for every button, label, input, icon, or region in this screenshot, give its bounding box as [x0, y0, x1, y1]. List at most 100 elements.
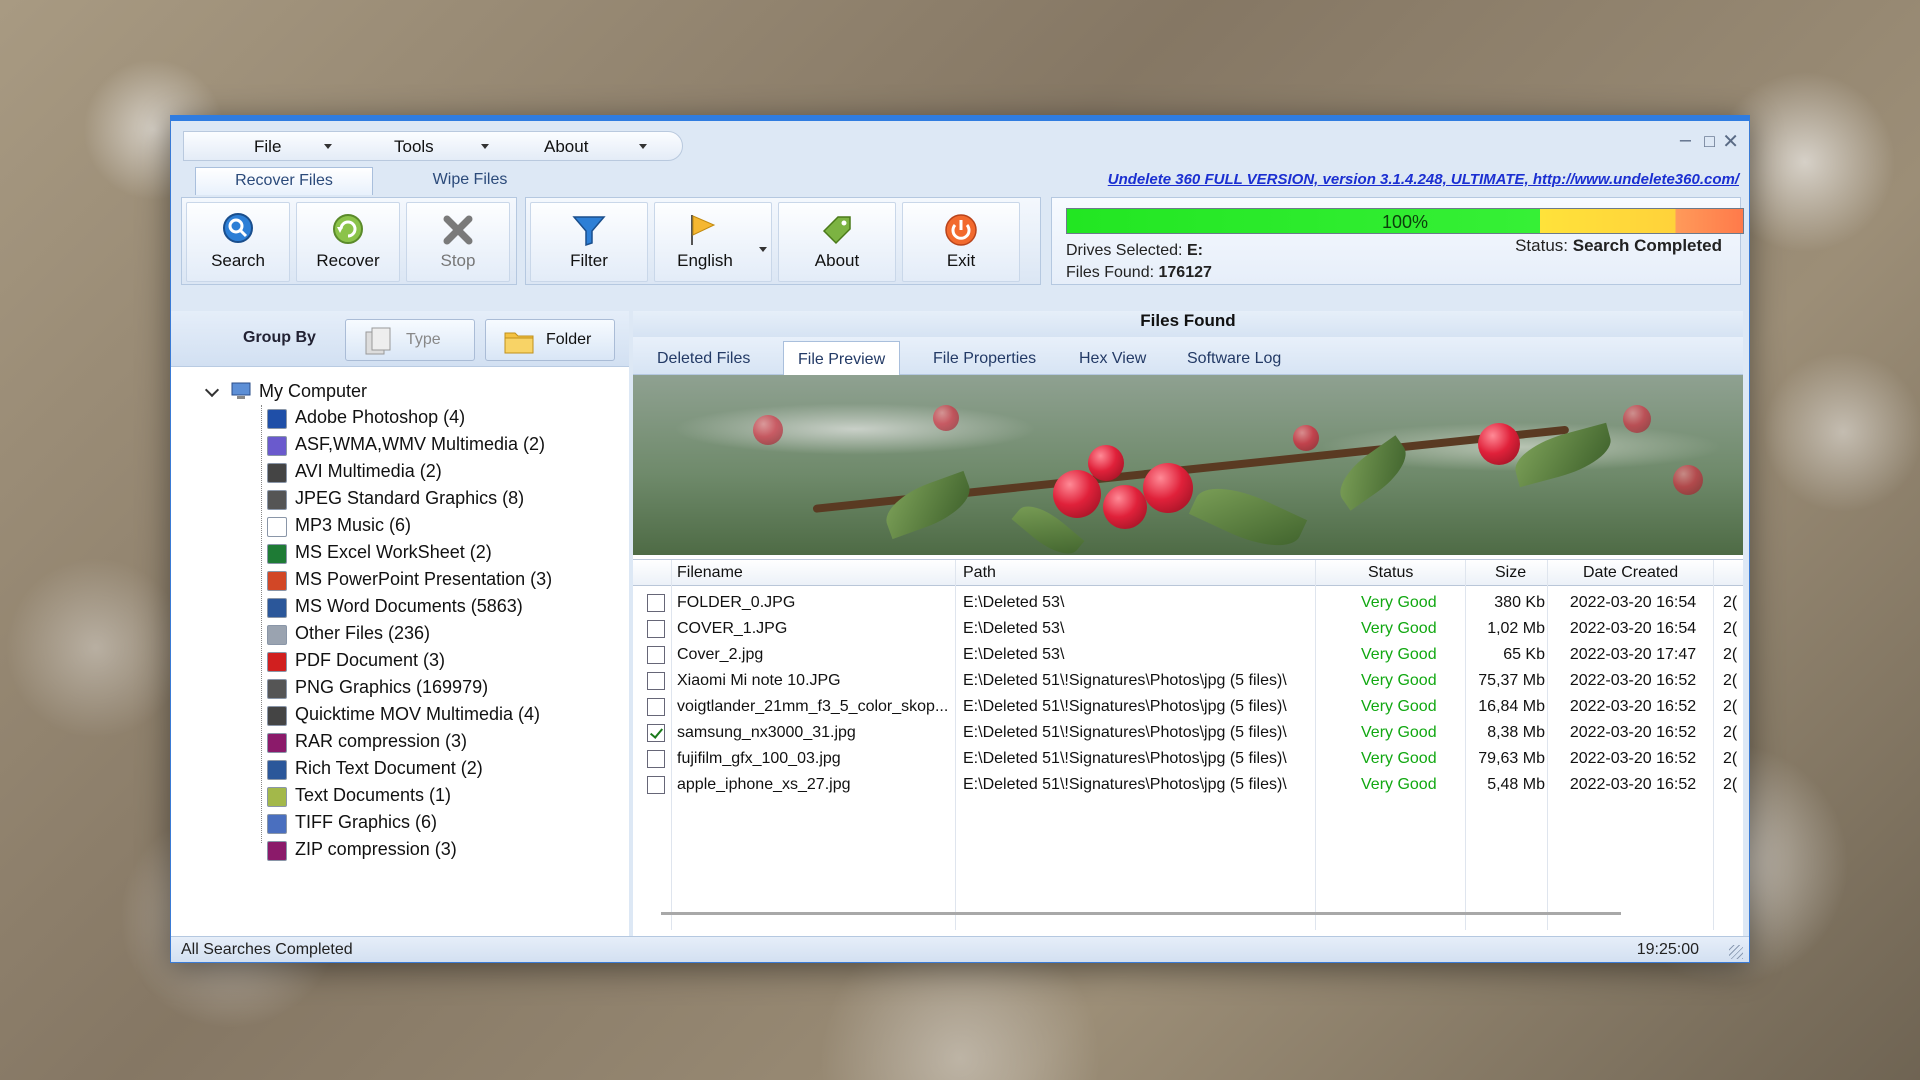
exit-button[interactable]: Exit — [902, 202, 1020, 282]
chevron-down-icon[interactable] — [324, 144, 332, 149]
result-tabs: Deleted Files File Preview File Properti… — [633, 337, 1743, 375]
cell-path: E:\Deleted 51\!Signatures\Photos\jpg (5 … — [963, 776, 1287, 793]
status-bar-time: 19:25:00 — [1636, 941, 1699, 958]
preview-leaf — [878, 470, 978, 540]
left-pane: Group By Type Folder My Computer Adobe P… — [171, 311, 629, 936]
cell-status: Very Good — [1361, 698, 1437, 715]
row-checkbox[interactable] — [647, 672, 665, 690]
file-icon — [267, 625, 287, 645]
group-by-type-button[interactable]: Type — [345, 319, 475, 361]
image-icon — [267, 679, 287, 699]
cell-path: E:\Deleted 51\!Signatures\Photos\jpg (5 … — [963, 698, 1287, 715]
preview-berry — [1143, 463, 1193, 513]
recover-label: Recover — [316, 251, 380, 270]
cell-size: 8,38 Mb — [1487, 724, 1545, 741]
progress-bar: 100% — [1066, 208, 1744, 234]
cell-filename: Xiaomi Mi note 10.JPG — [677, 672, 841, 689]
version-link[interactable]: Undelete 360 FULL VERSION, version 3.1.4… — [1108, 171, 1739, 188]
tab-deleted-files[interactable]: Deleted Files — [643, 345, 764, 375]
table-row[interactable]: COVER_1.JPG E:\Deleted 53\ Very Good 1,02 M… — [633, 616, 1743, 642]
col-filename[interactable]: Filename — [677, 564, 743, 582]
tree-item-label: TIFF Graphics (6) — [295, 812, 438, 832]
cell-path: E:\Deleted 53\ — [963, 646, 1065, 663]
row-checkbox[interactable] — [647, 776, 665, 794]
col-status[interactable]: Status — [1368, 564, 1413, 582]
drives-selected: Drives Selected: E: — [1066, 242, 1203, 260]
cell-size: 65 Kb — [1503, 646, 1545, 663]
col-path[interactable]: Path — [963, 564, 996, 582]
status-label: Status: — [1515, 236, 1568, 255]
recover-button[interactable]: Recover — [296, 202, 400, 282]
status-bar: All Searches Completed 19:25:00 — [171, 936, 1749, 962]
table-row[interactable]: voigtlander_21mm_f3_5_color_skop... E:\De… — [633, 694, 1743, 720]
col-date-created[interactable]: Date Created — [1583, 564, 1678, 582]
col-size[interactable]: Size — [1495, 564, 1526, 582]
tab-recover-files[interactable]: Recover Files — [195, 167, 373, 195]
cell-date: 2022-03-20 16:52 — [1569, 672, 1697, 689]
table-row[interactable]: fujifilm_gfx_100_03.jpg E:\Deleted 51\!Si… — [633, 746, 1743, 772]
about-label: About — [814, 251, 860, 270]
cell-extra: 2( — [1723, 724, 1738, 741]
tab-file-properties[interactable]: File Properties — [919, 345, 1050, 375]
tab-file-preview[interactable]: File Preview — [783, 341, 901, 375]
row-checkbox[interactable] — [647, 594, 665, 612]
menu-tools[interactable]: Tools — [394, 137, 434, 157]
table-row[interactable]: Cover_2.jpg E:\Deleted 53\ Very Good 65 Kb 2… — [633, 642, 1743, 668]
table-row[interactable]: samsung_nx3000_31.jpg E:\Deleted 51\!Sign… — [633, 720, 1743, 746]
menu-about[interactable]: About — [544, 137, 588, 157]
files-found: Files Found: 176127 — [1066, 264, 1212, 282]
about-button[interactable]: About — [778, 202, 896, 282]
row-checkbox[interactable] — [647, 724, 665, 742]
tree-item-label: Rich Text Document (2) — [295, 758, 483, 778]
cell-date: 2022-03-20 16:52 — [1569, 776, 1697, 793]
maximize-icon[interactable]: □ — [1704, 131, 1715, 152]
chevron-down-icon[interactable] — [481, 144, 489, 149]
tree-item-label: MS Word Documents (5863) — [295, 596, 523, 616]
row-checkbox[interactable] — [647, 620, 665, 638]
cell-extra: 2( — [1723, 672, 1738, 689]
resize-grip-icon[interactable] — [1729, 945, 1743, 959]
stop-button[interactable]: Stop — [406, 202, 510, 282]
table-row[interactable]: Xiaomi Mi note 10.JPG E:\Deleted 51\!Sign… — [633, 668, 1743, 694]
preview-berry — [1673, 465, 1703, 495]
row-checkbox[interactable] — [647, 646, 665, 664]
cell-size: 75,37 Mb — [1478, 672, 1545, 689]
cell-filename: COVER_1.JPG — [677, 620, 788, 637]
tab-software-log[interactable]: Software Log — [1173, 345, 1295, 375]
right-pane: Files Found Deleted Files File Preview F… — [633, 311, 1743, 936]
tree-item-label: Text Documents (1) — [295, 785, 452, 805]
row-checkbox[interactable] — [647, 698, 665, 716]
filter-button[interactable]: Filter — [530, 202, 648, 282]
chevron-down-icon[interactable] — [759, 247, 767, 252]
tree-item-label: Adobe Photoshop (4) — [295, 407, 466, 427]
cell-date: 2022-03-20 16:52 — [1569, 724, 1697, 741]
search-button[interactable]: Search — [186, 202, 290, 282]
tab-hex-view[interactable]: Hex View — [1065, 345, 1160, 375]
tab-wipe-files[interactable]: Wipe Files — [385, 167, 555, 195]
menu-file[interactable]: File — [254, 137, 281, 157]
menu-bar: File Tools About – □ ✕ — [171, 129, 1749, 161]
cell-size: 380 Kb — [1494, 594, 1545, 611]
close-icon[interactable]: ✕ — [1722, 129, 1739, 154]
preview-berry — [1103, 485, 1147, 529]
cell-status: Very Good — [1361, 750, 1437, 767]
film-icon — [267, 463, 287, 483]
recover-icon — [333, 214, 363, 244]
group-by-folder-button[interactable]: Folder — [485, 319, 615, 361]
row-checkbox[interactable] — [647, 750, 665, 768]
menu-strip: File Tools About — [183, 131, 683, 161]
cell-filename: fujifilm_gfx_100_03.jpg — [677, 750, 841, 767]
cell-path: E:\Deleted 53\ — [963, 594, 1065, 611]
word-icon — [267, 598, 287, 618]
language-button[interactable]: English — [654, 202, 772, 282]
minimize-icon[interactable]: – — [1680, 129, 1691, 152]
folder-icon — [504, 332, 534, 354]
chevron-down-icon[interactable] — [639, 144, 647, 149]
chevron-down-icon[interactable] — [204, 382, 220, 398]
table-row[interactable]: FOLDER_0.JPG E:\Deleted 53\ Very Good 380 K… — [633, 590, 1743, 616]
cell-date: 2022-03-20 16:52 — [1569, 750, 1697, 767]
preview-berry — [1478, 423, 1520, 465]
horizontal-scrollbar[interactable] — [661, 912, 1621, 915]
tree-item-label: Quicktime MOV Multimedia (4) — [295, 704, 541, 724]
table-row[interactable]: apple_iphone_xs_27.jpg E:\Deleted 51\!Sig… — [633, 772, 1743, 798]
